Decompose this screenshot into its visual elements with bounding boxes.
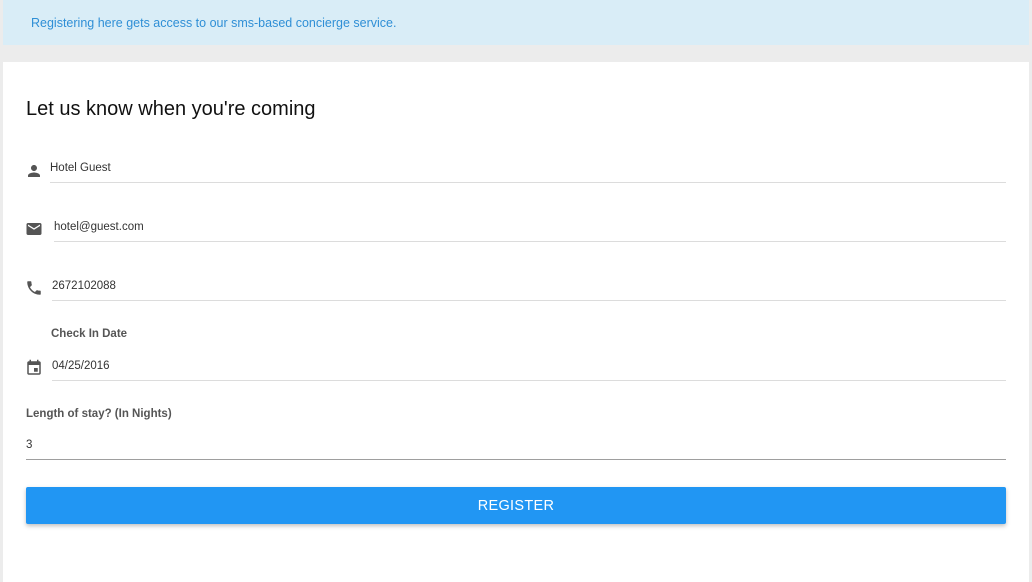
- form-title: Let us know when you're coming: [26, 98, 316, 120]
- phone-field-row: [25, 276, 1006, 301]
- checkin-field-row: [25, 356, 1006, 381]
- calendar-icon: [25, 359, 43, 377]
- info-banner: Registering here gets access to our sms-…: [3, 0, 1029, 45]
- name-input[interactable]: [50, 158, 1006, 183]
- phone-input[interactable]: [52, 276, 1006, 301]
- info-banner-text: Registering here gets access to our sms-…: [31, 15, 397, 30]
- person-icon: [25, 162, 43, 180]
- name-field-row: [25, 158, 1006, 183]
- stay-field-row: [25, 435, 1006, 460]
- register-button[interactable]: REGISTER: [26, 487, 1006, 524]
- stay-length-input[interactable]: [26, 435, 1006, 460]
- checkin-date-label: Check In Date: [51, 328, 128, 340]
- checkin-date-input[interactable]: [52, 356, 1006, 381]
- phone-icon: [25, 279, 43, 297]
- email-icon: [25, 220, 43, 238]
- registration-card: Let us know when you're coming Check In …: [3, 62, 1029, 582]
- email-field-row: [25, 217, 1006, 242]
- stay-length-label: Length of stay? (In Nights): [26, 408, 172, 420]
- email-input[interactable]: [54, 217, 1006, 242]
